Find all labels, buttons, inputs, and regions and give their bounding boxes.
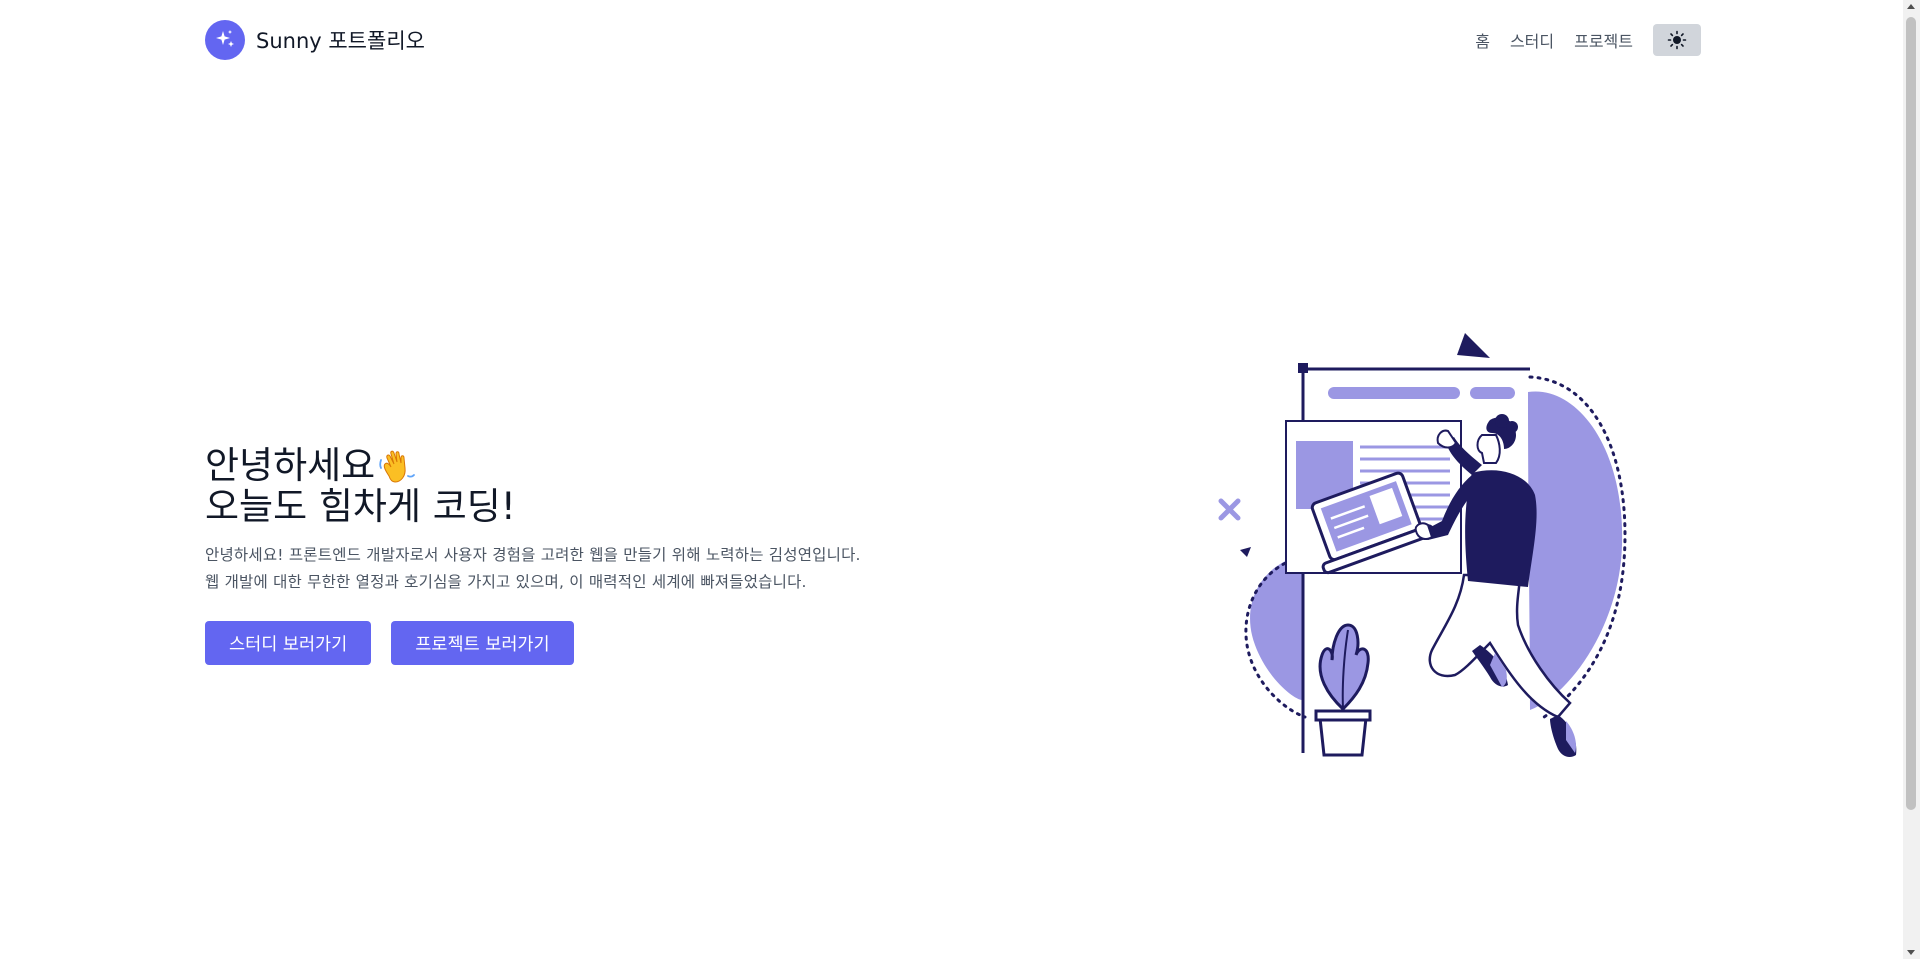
brand-link[interactable]: Sunny 포트폴리오 <box>205 20 425 60</box>
hero-title-line1: 안녕하세요 <box>205 444 376 487</box>
site-header: Sunny 포트폴리오 홈 스터디 프로젝트 <box>205 20 1701 60</box>
sparkles-icon <box>205 20 245 60</box>
nav-link-projects[interactable]: 프로젝트 <box>1574 28 1633 52</box>
view-projects-button[interactable]: 프로젝트 보러가기 <box>391 621 574 665</box>
hero-section: 안녕하세요 오늘도 힘차게 코딩! 안녕하세요! 프론트엔드 개발자로서 사용자… <box>205 445 861 665</box>
scrollbar-thumb[interactable] <box>1906 17 1916 810</box>
main-nav: 홈 스터디 프로젝트 <box>1475 24 1701 56</box>
hero-title: 안녕하세요 오늘도 힘차게 코딩! <box>205 445 861 527</box>
view-study-button[interactable]: 스터디 보러가기 <box>205 621 372 665</box>
sun-icon <box>1667 30 1687 50</box>
waving-hand-icon <box>377 446 419 486</box>
hero-description: 안녕하세요! 프론트엔드 개발자로서 사용자 경험을 고려한 웹을 만들기 위해… <box>205 542 861 596</box>
scroll-up-arrow-icon[interactable] <box>1907 4 1915 9</box>
nav-link-study[interactable]: 스터디 <box>1510 28 1554 52</box>
vertical-scrollbar[interactable] <box>1903 0 1920 959</box>
hero-buttons: 스터디 보러가기 프로젝트 보러가기 <box>205 621 861 665</box>
scroll-down-arrow-icon[interactable] <box>1907 950 1915 955</box>
brand-name: Sunny 포트폴리오 <box>256 29 425 53</box>
hero-description-line1: 안녕하세요! 프론트엔드 개발자로서 사용자 경험을 고려한 웹을 만들기 위해… <box>205 546 861 564</box>
nav-link-home[interactable]: 홈 <box>1475 28 1490 52</box>
hero-description-line2: 웹 개발에 대한 무한한 열정과 호기심을 가지고 있으며, 이 매력적인 세계… <box>205 573 807 591</box>
hero-title-line2: 오늘도 힘차게 코딩! <box>205 485 516 528</box>
theme-toggle-button[interactable] <box>1653 24 1701 56</box>
page: Sunny 포트폴리오 홈 스터디 프로젝트 안녕하세요 오늘도 힘차게 코딩!… <box>0 0 1920 959</box>
developer-with-laptop-illustration <box>1210 325 1640 785</box>
